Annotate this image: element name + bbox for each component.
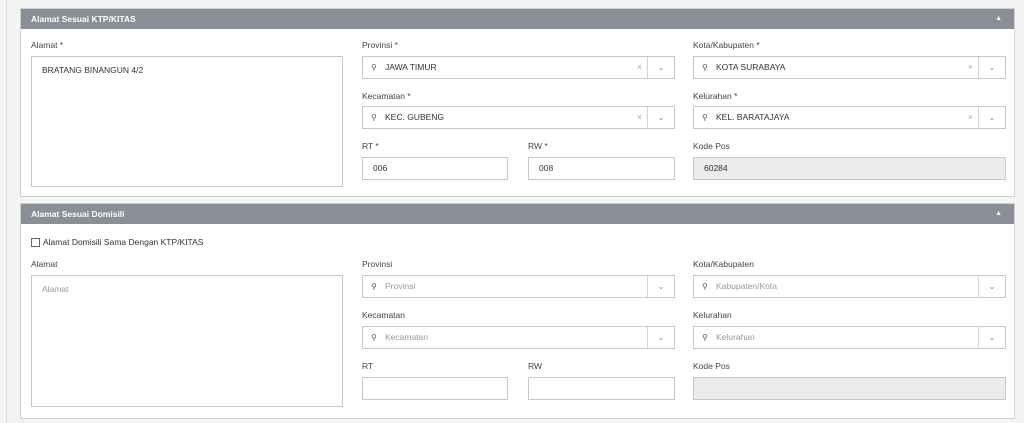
chevron-down-icon[interactable]: ⌄ — [647, 327, 674, 348]
ktp-alamat-textarea[interactable]: BRATANG BINANGUN 4/2 — [31, 56, 343, 187]
ktp-alamat-label: Alamat * — [31, 40, 64, 50]
domisili-kelurahan-placeholder: Kelurahan — [716, 332, 755, 342]
map-pin-icon: ⚲ — [702, 282, 708, 291]
chevron-down-icon[interactable]: ⌄ — [647, 57, 674, 78]
ktp-kota-value: KOTA SURABAYA — [716, 62, 786, 72]
domisili-alamat-textarea[interactable]: Alamat — [31, 275, 343, 407]
clear-x-icon[interactable]: × — [968, 107, 973, 128]
ktp-kecamatan-value: KEC. GUBENG — [385, 112, 445, 122]
ktp-rw-input[interactable]: 008 — [528, 157, 675, 180]
map-pin-icon: ⚲ — [702, 333, 708, 342]
ktp-rt-label: RT * — [362, 141, 379, 151]
ktp-kodepos-input: 60284 — [693, 157, 1006, 180]
same-as-ktp-checkbox-row[interactable]: Alamat Domisili Sama Dengan KTP/KITAS — [31, 237, 203, 247]
chevron-down-icon[interactable]: ⌄ — [647, 276, 674, 297]
ktp-kecamatan-select[interactable]: ⚲ KEC. GUBENG × ⌄ — [362, 106, 675, 129]
ktp-kelurahan-value: KEL. BARATAJAYA — [716, 112, 790, 122]
map-pin-icon: ⚲ — [371, 113, 377, 122]
map-pin-icon: ⚲ — [702, 63, 708, 72]
ktp-alamat-value: BRATANG BINANGUN 4/2 — [42, 65, 144, 75]
clear-x-icon[interactable]: × — [968, 57, 973, 78]
ktp-rt-input[interactable]: 006 — [362, 157, 508, 180]
ktp-kelurahan-label: Kelurahan * — [693, 91, 738, 101]
map-pin-icon: ⚲ — [371, 282, 377, 291]
ktp-provinsi-label: Provinsi * — [362, 40, 398, 50]
page-divider — [6, 0, 7, 423]
domisili-kodepos-input — [693, 377, 1006, 400]
ktp-kecamatan-label: Kecamatan * — [362, 91, 411, 101]
domisili-panel-title: Alamat Sesuai Domisili — [31, 209, 125, 219]
domisili-kelurahan-select[interactable]: ⚲ Kelurahan ⌄ — [693, 326, 1006, 349]
chevron-down-icon[interactable]: ⌄ — [978, 57, 1005, 78]
domisili-rt-input[interactable] — [362, 377, 508, 400]
same-as-ktp-checkbox[interactable] — [31, 237, 40, 247]
domisili-kota-select[interactable]: ⚲ Kabupaten/Kota ⌄ — [693, 275, 1006, 298]
clear-x-icon[interactable]: × — [637, 57, 642, 78]
domisili-panel-header[interactable]: Alamat Sesuai Domisili ▲ — [21, 204, 1014, 224]
domisili-kodepos-label: Kode Pos — [693, 361, 730, 371]
clear-x-icon[interactable]: × — [637, 107, 642, 128]
domisili-address-panel: Alamat Sesuai Domisili ▲ Alamat Domisili… — [20, 203, 1015, 419]
ktp-rw-value: 008 — [539, 163, 554, 173]
domisili-kota-label: Kota/Kabupaten — [693, 259, 754, 269]
domisili-kota-placeholder: Kabupaten/Kota — [716, 281, 777, 291]
map-pin-icon: ⚲ — [371, 333, 377, 342]
domisili-kecamatan-placeholder: Kecamatan — [385, 332, 428, 342]
domisili-rw-label: RW — [528, 361, 543, 371]
domisili-rw-input[interactable] — [528, 377, 675, 400]
ktp-kodepos-value: 60284 — [704, 163, 728, 173]
ktp-rt-value: 006 — [373, 163, 388, 173]
map-pin-icon: ⚲ — [702, 113, 708, 122]
ktp-provinsi-select[interactable]: ⚲ JAWA TIMUR × ⌄ — [362, 56, 675, 79]
map-pin-icon: ⚲ — [371, 63, 377, 72]
ktp-provinsi-value: JAWA TIMUR — [385, 62, 437, 72]
ktp-kota-select[interactable]: ⚲ KOTA SURABAYA × ⌄ — [693, 56, 1006, 79]
same-as-ktp-label: Alamat Domisili Sama Dengan KTP/KITAS — [43, 237, 204, 247]
domisili-alamat-placeholder: Alamat — [42, 284, 69, 294]
ktp-rw-label: RW * — [528, 141, 548, 151]
caret-up-icon[interactable]: ▲ — [995, 204, 1002, 224]
ktp-kota-label: Kota/Kabupaten * — [693, 40, 760, 50]
ktp-panel-header[interactable]: Alamat Sesuai KTP/KITAS ▲ — [21, 9, 1014, 29]
ktp-panel-title: Alamat Sesuai KTP/KITAS — [31, 14, 136, 24]
chevron-down-icon[interactable]: ⌄ — [978, 327, 1005, 348]
chevron-down-icon[interactable]: ⌄ — [978, 107, 1005, 128]
caret-up-icon[interactable]: ▲ — [995, 9, 1002, 29]
chevron-down-icon[interactable]: ⌄ — [647, 107, 674, 128]
ktp-kodepos-label: Kode Pos — [693, 141, 730, 151]
domisili-alamat-label: Alamat — [31, 259, 58, 269]
domisili-rt-label: RT — [362, 361, 374, 371]
domisili-provinsi-select[interactable]: ⚲ Provinsi ⌄ — [362, 275, 675, 298]
domisili-kelurahan-label: Kelurahan — [693, 310, 732, 320]
chevron-down-icon[interactable]: ⌄ — [978, 276, 1005, 297]
ktp-address-panel: Alamat Sesuai KTP/KITAS ▲ Alamat * BRATA… — [20, 8, 1015, 197]
domisili-kecamatan-label: Kecamatan — [362, 310, 405, 320]
domisili-provinsi-label: Provinsi — [362, 259, 393, 269]
ktp-kelurahan-select[interactable]: ⚲ KEL. BARATAJAYA × ⌄ — [693, 106, 1006, 129]
domisili-provinsi-placeholder: Provinsi — [385, 281, 416, 291]
domisili-kecamatan-select[interactable]: ⚲ Kecamatan ⌄ — [362, 326, 675, 349]
